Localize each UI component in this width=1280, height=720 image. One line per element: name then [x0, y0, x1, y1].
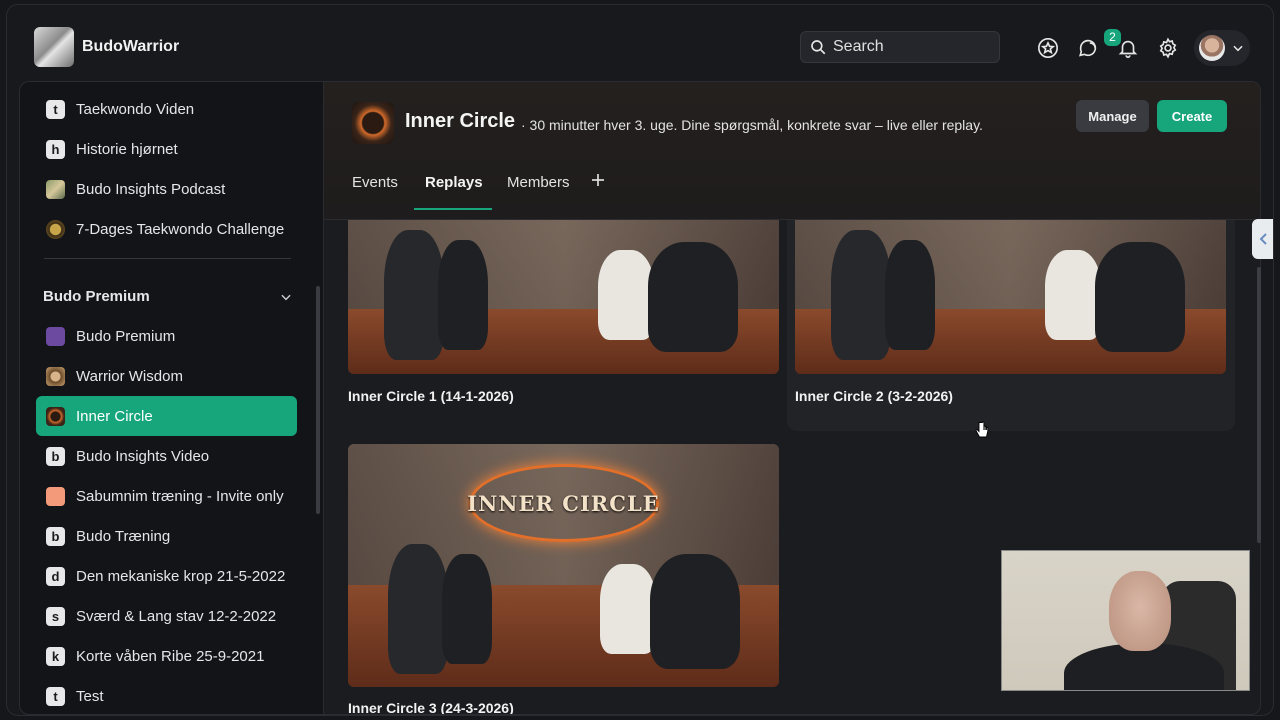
tab-replays[interactable]: Replays [425, 174, 483, 191]
figure [1045, 250, 1101, 340]
figure [388, 544, 448, 674]
star-badge-icon[interactable] [1037, 37, 1059, 59]
figure [831, 230, 891, 360]
space-letter-icon: t [46, 99, 65, 119]
sidebar-item-label: Budo Insights Video [76, 447, 210, 465]
create-button[interactable]: Create [1157, 100, 1227, 132]
sidebar-item-label: 7-Dages Taekwondo Challenge [76, 220, 285, 238]
sidebar-item-warrior-wisdom[interactable]: Warrior Wisdom [36, 356, 297, 396]
space-letter-icon: k [46, 646, 65, 666]
podcast-thumbnail-icon [46, 179, 65, 199]
sidebar-item-label: Budo Premium [76, 327, 176, 345]
brand-name[interactable]: BudoWarrior [82, 38, 179, 56]
chevron-down-icon [281, 294, 291, 301]
sidebar-item-label: Budo Insights Podcast [76, 180, 226, 198]
page-title: Inner Circle [405, 110, 516, 132]
thumbnail-logo-text: INNER CIRCLE [467, 490, 660, 516]
side-panel-toggle[interactable] [1252, 219, 1273, 259]
search-icon [811, 40, 826, 55]
sidebar-item-historie-hjornet[interactable]: h Historie hjørnet [36, 129, 297, 169]
hand-cursor-icon [975, 421, 989, 438]
sidebar-item-label: Den mekaniske krop 21-5-2022 [76, 567, 286, 585]
sidebar-scrollbar[interactable] [316, 286, 320, 514]
avatar [1199, 35, 1225, 61]
tab-members[interactable]: Members [507, 174, 570, 191]
space-letter-icon: h [46, 139, 65, 159]
warrior-thumbnail-icon [46, 366, 65, 386]
account-menu-button[interactable] [1194, 30, 1250, 66]
inner-circle-logo: INNER CIRCLE [467, 464, 660, 542]
sidebar-item-label: Korte våben Ribe 25-9-2021 [76, 647, 265, 665]
figure [600, 564, 656, 654]
sidebar-item-label: Historie hjørnet [76, 140, 178, 158]
sidebar-item-test[interactable]: t Test [36, 676, 297, 714]
brand-logo[interactable] [34, 27, 74, 67]
space-letter-icon: t [46, 686, 65, 706]
space-letter-icon: b [46, 526, 65, 546]
space-letter-icon: s [46, 606, 65, 626]
search-box[interactable] [800, 31, 1000, 63]
sidebar-item-label: Sabumnim træning - Invite only [76, 487, 284, 505]
figure [885, 240, 935, 350]
sidebar-item-label: Taekwondo Viden [76, 100, 195, 118]
top-bar: BudoWarrior 2 [7, 5, 1273, 81]
figure [650, 554, 740, 669]
sidebar-item-den-mekaniske-krop[interactable]: d Den mekaniske krop 21-5-2022 [36, 556, 297, 596]
figure [1095, 242, 1185, 352]
sidebar-item-inner-circle[interactable]: Inner Circle [36, 396, 297, 436]
sidebar-item-budo-insights-video[interactable]: b Budo Insights Video [36, 436, 297, 476]
chat-icon[interactable] [1077, 37, 1099, 59]
group-header: Inner Circle · 30 minutter hver 3. uge. … [324, 82, 1260, 220]
figure [384, 230, 444, 360]
sidebar-item-budo-insights-podcast[interactable]: Budo Insights Podcast [36, 169, 297, 209]
challenge-thumbnail-icon [46, 219, 65, 239]
sidebar-item-taekwondo-viden[interactable]: t Taekwondo Viden [36, 89, 297, 129]
group-description: · 30 minutter hver 3. uge. Dine spørgsmå… [521, 117, 983, 133]
add-tab-icon[interactable] [589, 171, 607, 189]
space-letter-icon: b [46, 446, 65, 466]
sidebar: t Taekwondo Viden h Historie hjørnet Bud… [19, 81, 323, 715]
search-input[interactable] [833, 38, 983, 56]
chevron-down-icon [1233, 45, 1243, 52]
webcam-overlay [1001, 550, 1250, 691]
gear-icon[interactable] [1157, 37, 1179, 59]
space-color-icon [46, 486, 65, 506]
tab-events[interactable]: Events [352, 174, 398, 191]
sidebar-item-label: Test [76, 687, 104, 705]
replay-title[interactable]: Inner Circle 1 (14-1-2026) [348, 388, 514, 404]
sidebar-item-svaerd-lang-stav[interactable]: s Sværd & Lang stav 12-2-2022 [36, 596, 297, 636]
chevron-left-icon [1259, 233, 1267, 245]
figure [648, 242, 738, 352]
replay-thumbnail[interactable]: INNER CIRCLE [348, 444, 779, 687]
space-letter-icon: d [46, 566, 65, 586]
manage-button[interactable]: Manage [1076, 100, 1149, 132]
sidebar-item-label: Sværd & Lang stav 12-2-2022 [76, 607, 277, 625]
figure [598, 250, 654, 340]
sidebar-section-title: Budo Premium [43, 288, 150, 305]
sidebar-divider [44, 258, 291, 259]
group-logo [352, 102, 394, 144]
replay-thumbnail[interactable] [348, 220, 779, 374]
sidebar-section-budo-premium[interactable]: Budo Premium [43, 288, 293, 308]
webcam-person-head [1109, 571, 1171, 651]
space-color-icon [46, 326, 65, 346]
replay-title[interactable]: Inner Circle 2 (3-2-2026) [795, 388, 953, 404]
sidebar-item-label: Budo Træning [76, 527, 171, 545]
sidebar-item-taekwondo-challenge[interactable]: 7-Dages Taekwondo Challenge [36, 209, 297, 249]
sidebar-item-budo-premium[interactable]: Budo Premium [36, 316, 297, 356]
sidebar-item-korte-vaaben[interactable]: k Korte våben Ribe 25-9-2021 [36, 636, 297, 676]
replay-title[interactable]: Inner Circle 3 (24-3-2026) [348, 700, 514, 714]
sidebar-item-budo-traening[interactable]: b Budo Træning [36, 516, 297, 556]
sidebar-item-sabumnim-traening[interactable]: Sabumnim træning - Invite only [36, 476, 297, 516]
main-scrollbar[interactable] [1257, 267, 1261, 543]
active-tab-indicator [414, 208, 492, 210]
figure [438, 240, 488, 350]
sidebar-item-label: Warrior Wisdom [76, 367, 183, 385]
bell-icon[interactable] [1117, 37, 1139, 59]
inner-circle-thumbnail-icon [46, 406, 65, 426]
figure [442, 554, 492, 664]
replay-thumbnail[interactable] [795, 220, 1226, 374]
sidebar-item-label: Inner Circle [76, 407, 153, 425]
